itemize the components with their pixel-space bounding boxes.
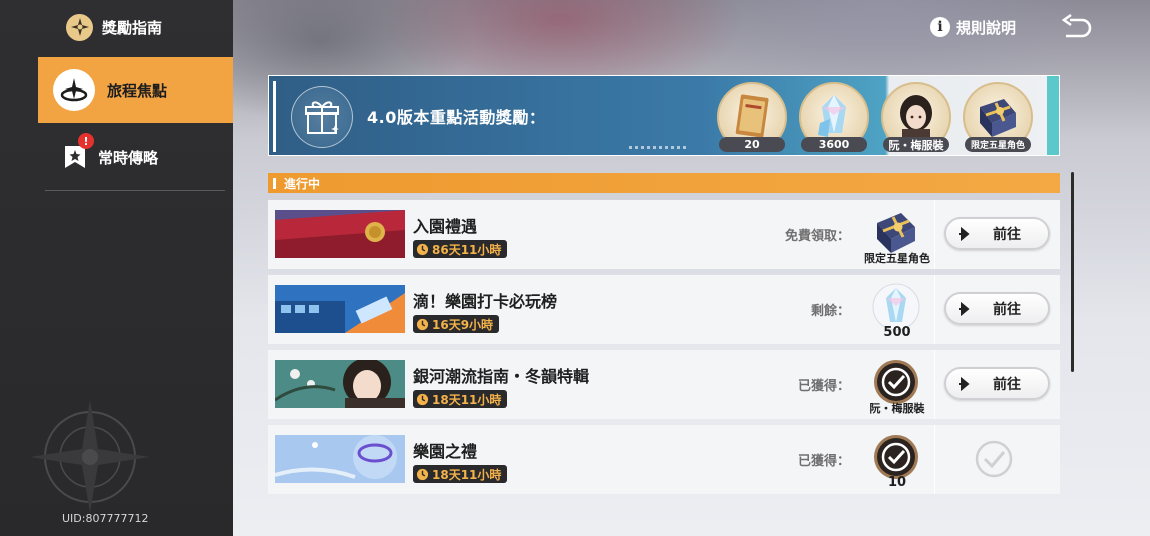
journey-focus-icon bbox=[53, 69, 95, 111]
sidebar: 獎勵指南 旅程焦點 ! 常時傳略 UID:807777712 bbox=[0, 0, 233, 536]
sidebar-title: 獎勵指南 bbox=[66, 12, 162, 42]
sidebar-title-text: 獎勵指南 bbox=[102, 18, 163, 37]
go-label: 前往 bbox=[993, 226, 1021, 243]
task-list-scrollbar[interactable] bbox=[1071, 172, 1074, 372]
go-arrow-icon bbox=[959, 376, 970, 391]
item-caption: 10 bbox=[887, 475, 907, 490]
go-button[interactable]: 前往 bbox=[944, 367, 1050, 400]
go-button[interactable]: 前往 bbox=[944, 292, 1050, 325]
row-divider bbox=[934, 275, 935, 344]
alert-badge: ! bbox=[78, 133, 94, 149]
banner-accent-bar bbox=[273, 81, 276, 152]
rules-label: 規則說明 bbox=[956, 18, 1017, 37]
banner-title: 4.0版本重點活動獎勵： bbox=[367, 108, 546, 127]
gift-icon bbox=[291, 86, 353, 148]
timer-text: 18天11小時 bbox=[432, 392, 502, 407]
task-list[interactable]: 入園禮遇 86天11小時 免費領取： 限定五星角色 前往 滴！樂園打卡必玩榜 1… bbox=[268, 200, 1060, 494]
task-row: 入園禮遇 86天11小時 免費領取： 限定五星角色 前往 bbox=[268, 200, 1060, 269]
task-reward-item[interactable]: 限定五星角色 bbox=[864, 205, 930, 265]
reward-limited-character[interactable]: 限定五星角色 bbox=[963, 82, 1033, 152]
task-title: 滴！樂園打卡必玩榜 bbox=[413, 292, 558, 311]
rules-button[interactable]: i 規則說明 bbox=[930, 16, 1016, 38]
section-tick bbox=[273, 177, 276, 189]
compass-icon bbox=[66, 13, 93, 41]
sidebar-item-regular-guide[interactable]: ! 常時傳略 bbox=[38, 124, 233, 190]
go-label: 前往 bbox=[993, 376, 1021, 393]
go-arrow-icon bbox=[959, 226, 970, 241]
item-caption: 限定五星角色 bbox=[864, 252, 930, 265]
task-row: 滴！樂園打卡必玩榜 16天9小時 剩餘： 500 前往 bbox=[268, 275, 1060, 344]
timer-text: 86天11小時 bbox=[432, 242, 502, 257]
version-rewards-banner: 4.0版本重點活動獎勵： 20 3600 阮・梅服裝 限定五星角色 bbox=[268, 75, 1060, 156]
task-timer: 18天11小時 bbox=[413, 465, 508, 483]
task-thumbnail bbox=[275, 210, 405, 258]
timer-text: 18天11小時 bbox=[432, 467, 502, 482]
task-status-label: 免費領取： bbox=[784, 229, 850, 244]
task-thumbnail bbox=[275, 435, 405, 483]
timer-text: 16天9小時 bbox=[432, 317, 494, 332]
task-timer: 86天11小時 bbox=[413, 240, 508, 258]
banner-rewards: 20 3600 阮・梅服裝 限定五星角色 bbox=[717, 82, 1033, 152]
clock-icon bbox=[416, 243, 429, 255]
clock-icon bbox=[416, 393, 429, 405]
reward-name: 阮・梅服裝 bbox=[883, 137, 949, 152]
completed-check-icon bbox=[975, 440, 1013, 478]
sidebar-divider bbox=[45, 190, 225, 191]
reward-count: 3600 bbox=[801, 137, 867, 152]
reward-count: 20 bbox=[719, 137, 785, 152]
task-title: 樂園之禮 bbox=[413, 442, 478, 461]
task-reward-item[interactable]: 10 bbox=[866, 430, 928, 490]
sidebar-item-label: 旅程焦點 bbox=[107, 81, 168, 100]
go-arrow-icon bbox=[959, 301, 970, 316]
task-thumbnail bbox=[275, 360, 405, 408]
reward-outfit[interactable]: 阮・梅服裝 bbox=[881, 82, 951, 152]
task-row: 銀河潮流指南・冬韻特輯 18天11小時 已獲得： 阮・梅服裝 前往 bbox=[268, 350, 1060, 419]
uid-label: UID:807777712 bbox=[62, 512, 149, 525]
task-timer: 18天11小時 bbox=[413, 390, 508, 408]
compass-watermark-icon bbox=[30, 400, 150, 513]
task-reward-item[interactable]: 500 bbox=[866, 280, 928, 340]
task-reward-item[interactable]: 阮・梅服裝 bbox=[866, 355, 928, 415]
item-caption: 阮・梅服裝 bbox=[869, 402, 925, 415]
clock-icon bbox=[416, 318, 429, 330]
info-icon: i bbox=[930, 17, 950, 37]
sidebar-item-label: 常時傳略 bbox=[98, 148, 159, 167]
task-status-label: 剩餘： bbox=[810, 304, 850, 319]
task-row: 樂園之禮 18天11小時 已獲得： 10 bbox=[268, 425, 1060, 494]
row-divider bbox=[934, 200, 935, 269]
task-status-label: 已獲得： bbox=[797, 454, 850, 469]
reward-crystal[interactable]: 3600 bbox=[799, 82, 869, 152]
task-title: 入園禮遇 bbox=[413, 217, 478, 236]
reward-name: 限定五星角色 bbox=[965, 137, 1031, 152]
item-caption: 500 bbox=[883, 325, 911, 340]
task-title: 銀河潮流指南・冬韻特輯 bbox=[413, 367, 590, 386]
row-divider bbox=[934, 350, 935, 419]
section-title: 進行中 bbox=[284, 176, 321, 191]
go-button[interactable]: 前往 bbox=[944, 217, 1050, 250]
sidebar-item-journey-focus[interactable]: 旅程焦點 bbox=[38, 57, 233, 123]
clock-icon bbox=[416, 468, 429, 480]
task-status-label: 已獲得： bbox=[797, 379, 850, 394]
task-timer: 16天9小時 bbox=[413, 315, 500, 333]
task-thumbnail bbox=[275, 285, 405, 333]
reward-ticket[interactable]: 20 bbox=[717, 82, 787, 152]
bookmark-star-icon: ! bbox=[64, 133, 94, 169]
row-divider bbox=[934, 425, 935, 494]
back-arrow-icon[interactable] bbox=[1060, 14, 1092, 42]
section-header-in-progress: 進行中 bbox=[268, 173, 1060, 193]
go-label: 前往 bbox=[993, 301, 1021, 318]
banner-decoration bbox=[629, 146, 687, 149]
banner-edge bbox=[1047, 76, 1059, 155]
